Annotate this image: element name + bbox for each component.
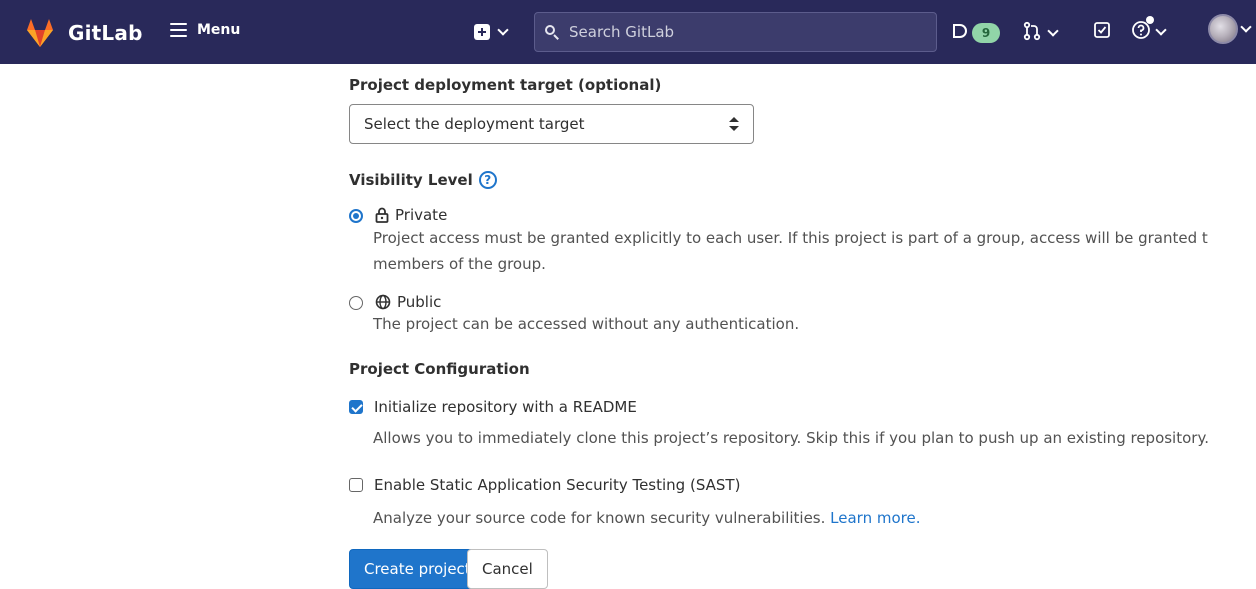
sast-label: Enable Static Application Security Testi…	[374, 476, 741, 494]
merge-requests-dropdown[interactable]	[1023, 21, 1059, 45]
chevron-down-icon	[1155, 24, 1167, 36]
gitlab-logo-icon	[24, 18, 56, 48]
sast-checkbox[interactable]	[349, 478, 363, 492]
todos-button[interactable]	[1093, 21, 1111, 43]
deployment-target-label: Project deployment target (optional)	[349, 76, 662, 94]
cancel-button[interactable]: Cancel	[467, 549, 548, 589]
chevron-down-icon	[1240, 21, 1252, 33]
visibility-private-label: Private	[395, 206, 448, 224]
top-navbar: GitLab Menu 9	[0, 0, 1256, 64]
issues-count-badge: 9	[972, 23, 1000, 43]
help-question-icon	[1131, 16, 1154, 44]
menu-label: Menu	[197, 22, 241, 38]
avatar	[1208, 14, 1238, 44]
deployment-target-select[interactable]: Select the deployment target	[349, 104, 754, 144]
readme-label: Initialize repository with a README	[374, 398, 637, 416]
select-arrows-icon	[729, 117, 739, 131]
visibility-option-private[interactable]: Private	[349, 206, 447, 227]
visibility-private-description-line1: Project access must be granted explicitl…	[373, 229, 1208, 247]
radio-public[interactable]	[349, 296, 363, 310]
readme-checkbox[interactable]	[349, 400, 363, 414]
help-icon[interactable]: ?	[478, 171, 497, 189]
issues-icon	[951, 22, 969, 44]
notification-dot-icon	[1146, 16, 1154, 24]
issues-button[interactable]: 9	[951, 22, 1000, 44]
visibility-level-title: Visibility Level	[349, 171, 473, 189]
deployment-target-value: Select the deployment target	[364, 115, 585, 133]
radio-private[interactable]	[349, 209, 363, 223]
help-dropdown[interactable]	[1131, 16, 1167, 44]
visibility-option-public[interactable]: Public	[349, 293, 441, 314]
readme-option[interactable]: Initialize repository with a README	[349, 398, 637, 416]
sast-option[interactable]: Enable Static Application Security Testi…	[349, 476, 740, 494]
merge-request-icon	[1023, 21, 1041, 45]
search-icon	[545, 25, 559, 40]
visibility-public-label: Public	[397, 293, 442, 311]
todo-checkbox-icon	[1093, 22, 1111, 43]
search-input[interactable]	[567, 22, 911, 42]
globe-icon	[375, 294, 391, 314]
gitlab-home-link[interactable]: GitLab	[24, 18, 143, 48]
menu-button[interactable]: Menu	[170, 22, 240, 38]
sast-description-wrap: Analyze your source code for known secur…	[373, 506, 921, 530]
brand-name: GitLab	[68, 21, 143, 45]
lock-icon	[375, 207, 389, 227]
plus-square-icon	[474, 24, 490, 40]
hamburger-icon	[170, 23, 187, 37]
visibility-level-heading: Visibility Level ?	[349, 171, 497, 189]
learn-more-link[interactable]: Learn more.	[830, 509, 920, 527]
user-menu[interactable]	[1208, 14, 1252, 44]
chevron-down-icon	[1047, 25, 1059, 37]
project-configuration-title: Project Configuration	[349, 360, 530, 378]
create-project-button[interactable]: Create project	[349, 549, 486, 589]
readme-description: Allows you to immediately clone this pro…	[373, 429, 1209, 447]
visibility-public-description: The project can be accessed without any …	[373, 315, 800, 333]
search-box[interactable]	[534, 12, 937, 52]
sast-description: Analyze your source code for known secur…	[373, 509, 826, 527]
chevron-down-icon	[497, 24, 509, 36]
new-item-dropdown[interactable]	[474, 24, 509, 40]
visibility-private-description-line2: members of the group.	[373, 255, 546, 273]
